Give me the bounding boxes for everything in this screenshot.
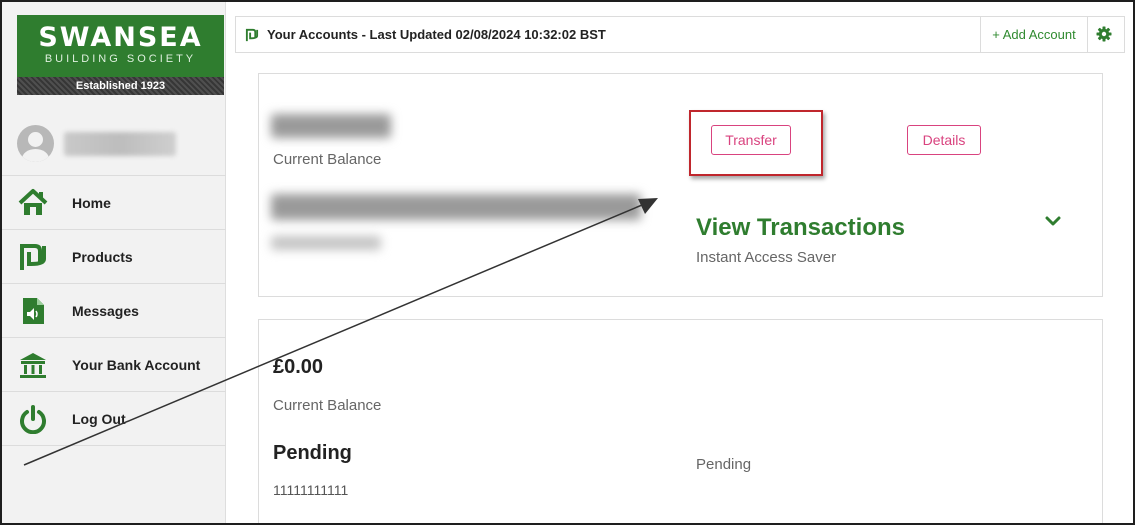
- products-icon: [20, 244, 46, 270]
- brand-logo[interactable]: SWANSEA BUILDING SOCIETY Established 192…: [17, 15, 224, 95]
- app-window: SWANSEA BUILDING SOCIETY Established 192…: [0, 0, 1135, 525]
- transfer-button[interactable]: Transfer: [711, 125, 791, 155]
- sidebar-item-log-out[interactable]: Log Out: [2, 392, 226, 446]
- balance-label: Current Balance: [273, 397, 382, 414]
- main-content: Your Accounts - Last Updated 02/08/2024 …: [226, 2, 1133, 523]
- account-name: Pending: [273, 442, 352, 464]
- balance-value: £0.00: [273, 356, 324, 378]
- view-transactions-link[interactable]: View Transactions: [696, 214, 905, 242]
- products-icon: [245, 28, 259, 42]
- brand-subtitle: BUILDING SOCIETY: [44, 53, 197, 65]
- sidebar-item-label: Home: [72, 195, 111, 211]
- user-profile[interactable]: [2, 120, 226, 176]
- balance-redacted: [271, 114, 391, 138]
- sidebar-item-bank-account[interactable]: Your Bank Account: [2, 338, 226, 392]
- home-icon: [18, 189, 48, 215]
- accounts-header: Your Accounts - Last Updated 02/08/2024 …: [235, 16, 1125, 53]
- account-name-redacted: [271, 194, 641, 220]
- gear-icon[interactable]: [1096, 26, 1112, 42]
- avatar: [17, 125, 54, 162]
- sidebar-item-label: Your Bank Account: [72, 357, 201, 373]
- power-icon: [20, 405, 46, 434]
- account-status: Pending: [696, 456, 752, 473]
- page-title: Your Accounts - Last Updated 02/08/2024 …: [267, 27, 606, 42]
- account-card: £0.00 Current Balance Pending 1111111111…: [258, 319, 1103, 523]
- sidebar-item-home[interactable]: Home: [2, 176, 226, 230]
- messages-icon: [23, 298, 44, 324]
- details-button[interactable]: Details: [907, 125, 981, 155]
- sidebar-item-messages[interactable]: Messages: [2, 284, 226, 338]
- account-card: Current Balance Transfer Details View Tr…: [258, 73, 1103, 297]
- brand-established: Established 1923: [17, 77, 224, 95]
- brand-name: SWANSEA: [38, 22, 203, 53]
- user-name-redacted: [64, 132, 176, 156]
- account-number-redacted: [271, 236, 381, 250]
- sidebar-item-label: Log Out: [72, 411, 126, 427]
- sidebar-item-products[interactable]: Products: [2, 230, 226, 284]
- balance-label: Current Balance: [273, 151, 382, 168]
- sidebar-item-label: Messages: [72, 303, 139, 319]
- sidebar-item-label: Products: [72, 249, 133, 265]
- bank-icon: [20, 353, 46, 378]
- sidebar: SWANSEA BUILDING SOCIETY Established 192…: [2, 2, 226, 523]
- add-account-button[interactable]: + Add Account: [980, 17, 1088, 52]
- account-number: 11111111111: [273, 482, 349, 498]
- chevron-down-icon[interactable]: [1045, 215, 1061, 227]
- account-type: Instant Access Saver: [696, 249, 837, 266]
